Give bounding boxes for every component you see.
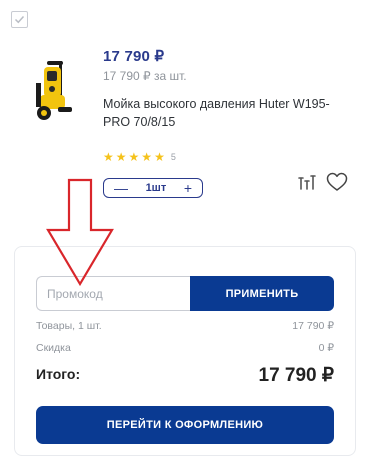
checkout-button[interactable]: ПЕРЕЙТИ К ОФОРМЛЕНИЮ [36, 406, 334, 444]
discount-value: 0 ₽ [318, 342, 334, 354]
goods-label: Товары, 1 шт. [36, 320, 102, 332]
product-image[interactable] [30, 55, 80, 125]
compare-icon[interactable] [297, 172, 317, 192]
checkmark-icon [14, 15, 25, 24]
star-icon: ★ [154, 150, 165, 164]
annotation-arrow-icon [46, 178, 114, 287]
discount-label: Скидка [36, 342, 71, 354]
heart-icon[interactable] [326, 172, 348, 192]
star-icon: ★ [141, 150, 153, 164]
apply-promo-button[interactable]: ПРИМЕНИТЬ [190, 276, 334, 311]
increment-button[interactable]: + [184, 181, 192, 195]
decrement-button[interactable]: — [114, 181, 128, 195]
total-value: 17 790 ₽ [258, 365, 334, 386]
product-price: 17 790 ₽ [103, 48, 165, 65]
total-label: Итого: [36, 366, 81, 382]
unit-price: 17 790 ₽ за шт. [103, 69, 187, 83]
discount-row: Скидка 0 ₽ [36, 342, 334, 354]
goods-row: Товары, 1 шт. 17 790 ₽ [36, 320, 334, 332]
quantity-stepper[interactable]: — 1шт + [103, 178, 203, 198]
star-icon: ★ [115, 150, 127, 164]
star-icon: ★ [128, 150, 140, 164]
select-item-checkbox[interactable] [11, 11, 28, 28]
product-title[interactable]: Мойка высокого давления Huter W195-PRO 7… [103, 95, 343, 131]
goods-value: 17 790 ₽ [292, 320, 334, 332]
star-icon: ★ [103, 150, 114, 164]
rating[interactable]: ★ ★ ★ ★ ★ 5 [103, 151, 176, 163]
rating-count: 5 [170, 152, 176, 162]
quantity-value: 1шт [145, 182, 167, 194]
